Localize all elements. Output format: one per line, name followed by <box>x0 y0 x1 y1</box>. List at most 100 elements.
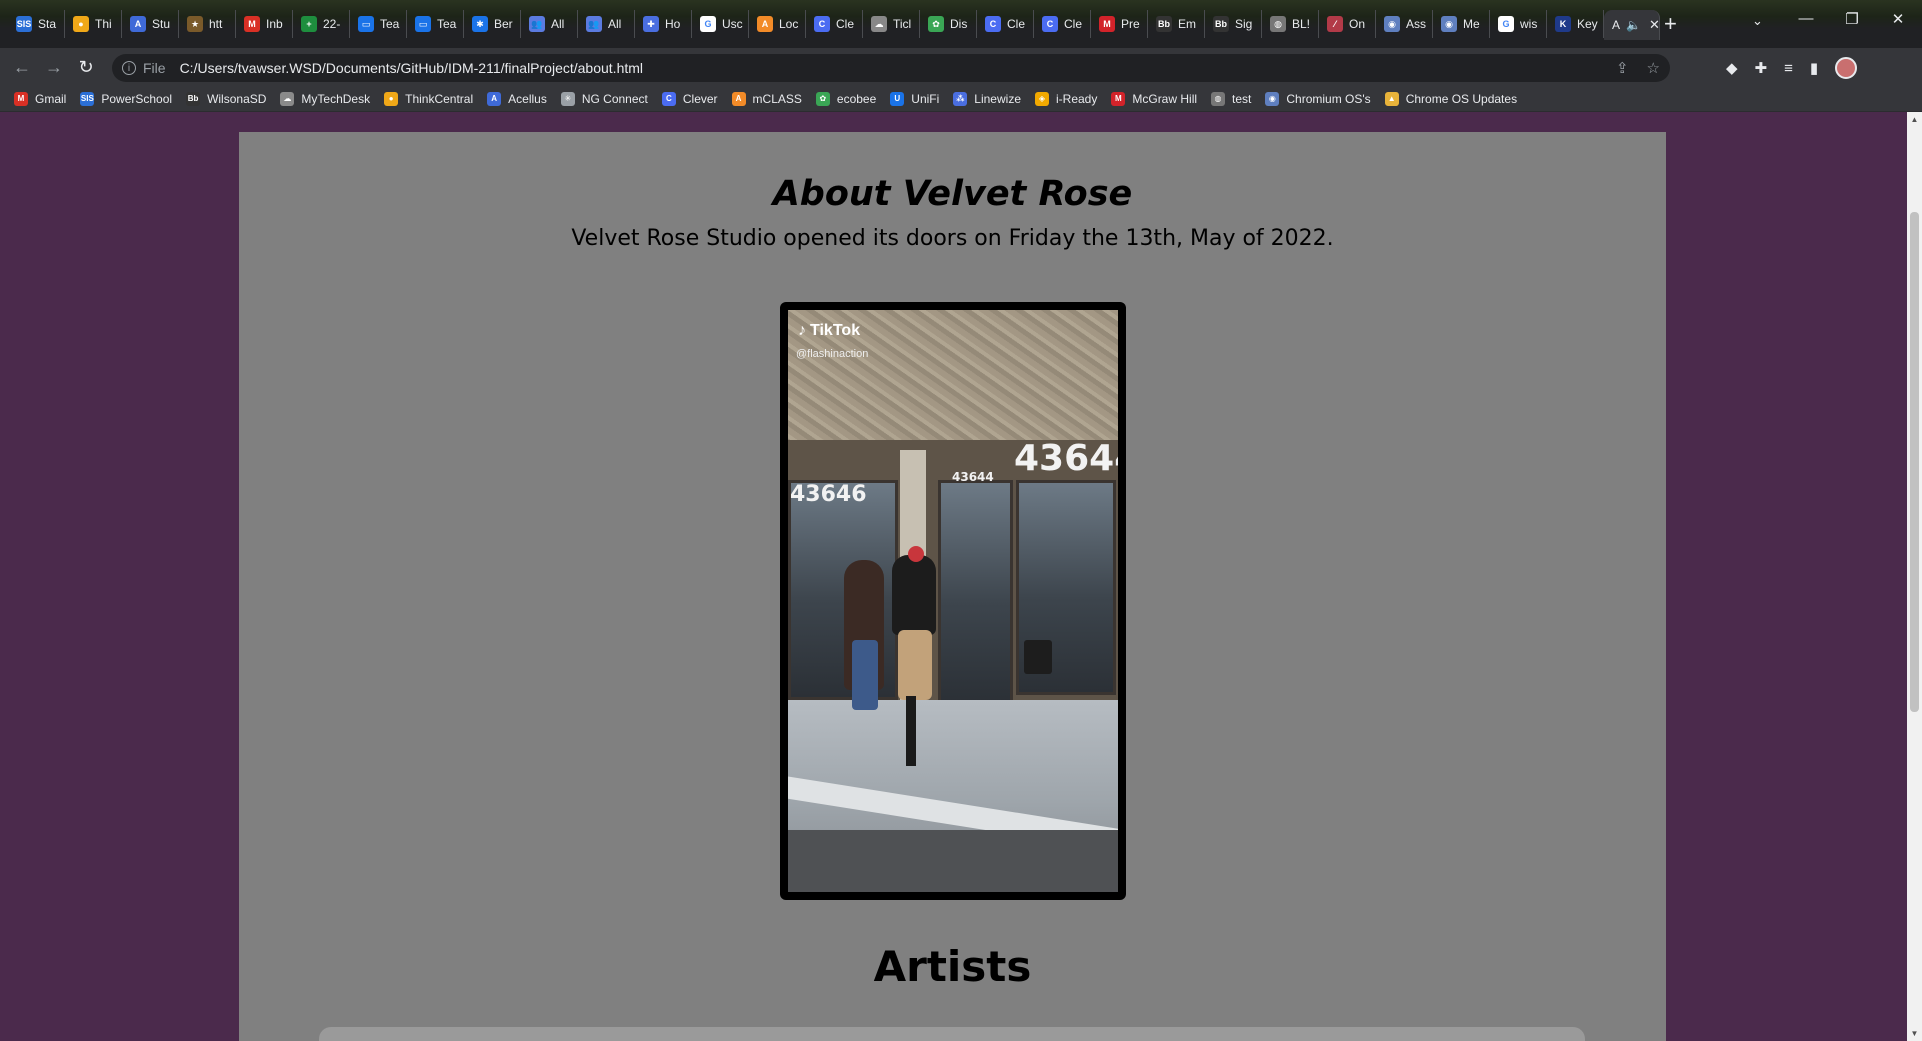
url-scheme-label: File <box>143 60 166 76</box>
tab[interactable]: A Loc <box>749 10 806 38</box>
tab[interactable]: A Stu <box>122 10 179 38</box>
tab[interactable]: Bb Sig <box>1205 10 1262 38</box>
bookmark-item[interactable]: AmCLASS <box>731 91 802 106</box>
ngconnect-icon: ✳ <box>560 91 575 106</box>
bookmark-item[interactable]: ● ThinkCentral <box>384 91 473 106</box>
bookmark-label: Gmail <box>35 91 67 106</box>
tab[interactable]: ☁ Ticl <box>863 10 920 38</box>
tab[interactable]: ★ htt <box>179 10 236 38</box>
tab-close-button[interactable]: ✕ <box>1649 17 1659 33</box>
tab[interactable]: ✿ Dis <box>920 10 977 38</box>
tab[interactable]: ● Thi <box>65 10 122 38</box>
page-scrollbar[interactable]: ▲ ▼ <box>1907 112 1922 1041</box>
bookmark-item[interactable]: ✳ NG Connect <box>560 91 648 106</box>
audio-icon[interactable]: 🔈 <box>1626 18 1641 32</box>
cloud-icon: ☁ <box>871 16 887 32</box>
drive-icon: ▲ <box>1384 91 1399 106</box>
tiktok-video-embed[interactable]: 43646 43644 43644 ♪ TikTok @flashinact <box>780 302 1126 900</box>
tab[interactable]: C Cle <box>806 10 863 38</box>
tab[interactable]: ✚ Ho <box>635 10 692 38</box>
globe-icon: ◍ <box>1270 16 1286 32</box>
intro-paragraph: Velvet Rose Studio opened its doors on F… <box>571 226 1334 251</box>
video-asphalt <box>788 830 1118 892</box>
tab[interactable]: ▭ Tea <box>350 10 407 38</box>
reload-button[interactable]: ↻ <box>70 57 102 78</box>
bookmark-item[interactable]: ⁂ Linewize <box>953 91 1021 106</box>
tab[interactable]: ✱ Ber <box>464 10 521 38</box>
tab[interactable]: +22- <box>293 10 350 38</box>
chat-icon: ▭ <box>358 16 374 32</box>
tiktok-brand: TikTok <box>810 322 861 339</box>
bookmark-item[interactable]: ☁ MyTechDesk <box>280 91 370 106</box>
bookmark-star-icon[interactable]: ☆ <box>1647 59 1660 77</box>
page-title: About Velvet Rose <box>772 174 1133 214</box>
tab[interactable]: ⁄ On <box>1319 10 1376 38</box>
tab[interactable]: Bb Em <box>1148 10 1205 38</box>
bookmark-item[interactable]: M McGraw Hill <box>1111 91 1197 106</box>
side-panel-icon[interactable]: ▮ <box>1810 59 1818 77</box>
tab-title: Inb <box>266 17 283 31</box>
globe-icon: ◍ <box>1211 91 1226 106</box>
extensions-puzzle-icon[interactable]: ✚ <box>1755 59 1768 77</box>
tab-title: Ass <box>1406 17 1427 31</box>
bookmark-item[interactable]: ◉ Chromium OS's <box>1265 91 1371 106</box>
address-bar[interactable]: i File C:/Users/tvawser.WSD/Documents/Gi… <box>112 54 1670 82</box>
mclass-icon: A <box>757 16 773 32</box>
extensions-area: ◆ ✚ ≡ ▮ <box>1726 57 1858 79</box>
bookmark-item[interactable]: A Acellus <box>487 91 547 106</box>
tab[interactable]: 👥 All <box>521 10 578 38</box>
restore-button[interactable]: ❐ <box>1842 10 1862 28</box>
ecobee-icon: ✿ <box>815 91 830 106</box>
tiktok-logo: ♪ TikTok <box>798 322 860 340</box>
back-button[interactable]: ← <box>6 57 38 78</box>
media-controls-icon[interactable]: ≡ <box>1784 60 1793 77</box>
tab[interactable]: C Cle <box>1034 10 1091 38</box>
bookmark-label: test <box>1232 91 1252 106</box>
tab[interactable]: M Pre <box>1091 10 1148 38</box>
tab[interactable]: ◍ BL! <box>1262 10 1319 38</box>
tab[interactable]: Gwis <box>1490 10 1547 38</box>
url-text[interactable]: C:/Users/tvawser.WSD/Documents/GitHub/ID… <box>180 60 643 76</box>
video-frame[interactable]: 43646 43644 43644 ♪ TikTok @flashinact <box>788 310 1118 892</box>
bookmark-item[interactable]: ✿ ecobee <box>815 91 876 106</box>
profile-avatar[interactable] <box>1835 57 1858 79</box>
tab[interactable]: ◉ Ass <box>1376 10 1433 38</box>
forward-button[interactable]: → <box>38 57 70 78</box>
new-tab-button[interactable]: + <box>1664 11 1677 37</box>
tab[interactable]: M Inb <box>236 10 293 38</box>
scrollbar-thumb[interactable] <box>1910 212 1919 712</box>
tab-title: Sig <box>1235 17 1253 31</box>
tab[interactable]: ◉ Me <box>1433 10 1490 38</box>
tab-search-button[interactable]: ⌄ <box>1752 13 1763 29</box>
tab[interactable]: K Key <box>1547 10 1604 38</box>
window-controls: — ❐ ✕ <box>1796 10 1908 28</box>
artists-heading: Artists <box>873 942 1032 991</box>
window-close-button[interactable]: ✕ <box>1888 10 1908 28</box>
tab-title: Em <box>1178 17 1196 31</box>
bookmark-item[interactable]: ◈ i-Ready <box>1035 91 1097 106</box>
bookmark-item[interactable]: ▲ Chrome OS Updates <box>1384 91 1517 106</box>
tab-active[interactable]: A 🔈 ✕ <box>1604 10 1660 40</box>
share-icon[interactable]: ⇪ <box>1616 59 1629 77</box>
tab[interactable]: G Usc <box>692 10 749 38</box>
minimize-button[interactable]: — <box>1796 10 1816 28</box>
ecobee-icon: ✿ <box>928 16 944 32</box>
bookmark-item[interactable]: U UniFi <box>890 91 939 106</box>
bookmark-item[interactable]: M Gmail <box>14 91 67 106</box>
extension-icon[interactable]: ◆ <box>1726 59 1738 77</box>
site-info-icon[interactable]: i <box>122 61 136 75</box>
tab[interactable]: C Cle <box>977 10 1034 38</box>
bookmark-item[interactable]: C Clever <box>661 91 718 106</box>
chromium-icon: ◉ <box>1265 91 1280 106</box>
scroll-up-arrow[interactable]: ▲ <box>1907 112 1922 127</box>
about-container: About Velvet Rose Velvet Rose Studio ope… <box>239 132 1666 1041</box>
tab[interactable]: 👥 All <box>578 10 635 38</box>
scroll-down-arrow[interactable]: ▼ <box>1907 1026 1922 1041</box>
bookmark-item[interactable]: SIS PowerSchool <box>80 91 172 106</box>
bookmark-item[interactable]: Bb WilsonaSD <box>186 91 266 106</box>
tab[interactable]: ▭ Tea <box>407 10 464 38</box>
tab[interactable]: SIS Sta <box>8 10 65 38</box>
google-icon: G <box>1498 16 1514 32</box>
bookmark-item[interactable]: ◍ test <box>1211 91 1252 106</box>
tiktok-note-icon: ♪ <box>798 322 806 339</box>
